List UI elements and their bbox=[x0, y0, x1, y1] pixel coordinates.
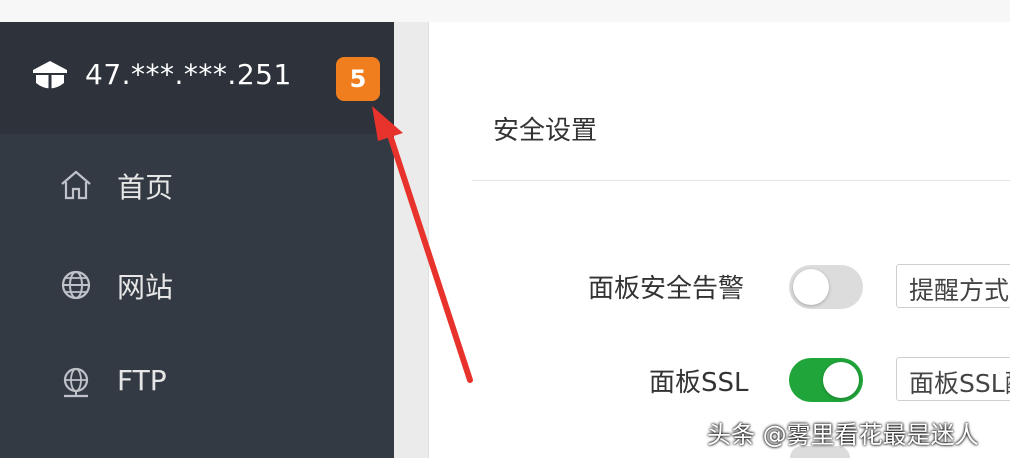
sidebar-item-label: FTP bbox=[117, 364, 167, 397]
section-title: 安全设置 bbox=[493, 116, 598, 146]
sidebar-item-label: 网站 bbox=[117, 271, 174, 304]
sidebar-item-label: 首页 bbox=[117, 171, 174, 204]
sidebar-item-website[interactable]: 网站 bbox=[0, 249, 394, 319]
toggle-knob bbox=[793, 269, 829, 305]
alert-method-select[interactable]: 提醒方式 bbox=[896, 264, 1010, 308]
home-icon bbox=[61, 170, 91, 200]
notification-badge[interactable]: 5 bbox=[336, 57, 380, 101]
ftp-icon bbox=[63, 367, 89, 398]
server-ip: 47.***.***.251 bbox=[85, 58, 292, 91]
watermark: 头条 @雾里看花最是迷人 bbox=[707, 421, 979, 449]
security-alert-label: 面板安全告警 bbox=[588, 274, 745, 304]
panel-ssl-label: 面板SSL bbox=[649, 368, 749, 398]
divider bbox=[472, 180, 1010, 181]
panel-ssl-toggle[interactable] bbox=[789, 358, 863, 402]
top-strip bbox=[0, 0, 1010, 22]
toggle-knob bbox=[823, 362, 859, 398]
sidebar-item-home[interactable]: 首页 bbox=[0, 149, 394, 219]
sidebar: 47.***.***.251 5 首页 网站 FTP bbox=[0, 22, 394, 458]
panel-logo-icon bbox=[33, 61, 67, 90]
panel-ssl-config-select[interactable]: 面板SSL配置 bbox=[896, 357, 1010, 401]
globe-icon bbox=[61, 270, 91, 300]
security-alert-toggle[interactable] bbox=[789, 265, 863, 309]
sidebar-item-ftp[interactable]: FTP bbox=[0, 347, 394, 417]
server-header[interactable]: 47.***.***.251 5 bbox=[0, 22, 394, 134]
